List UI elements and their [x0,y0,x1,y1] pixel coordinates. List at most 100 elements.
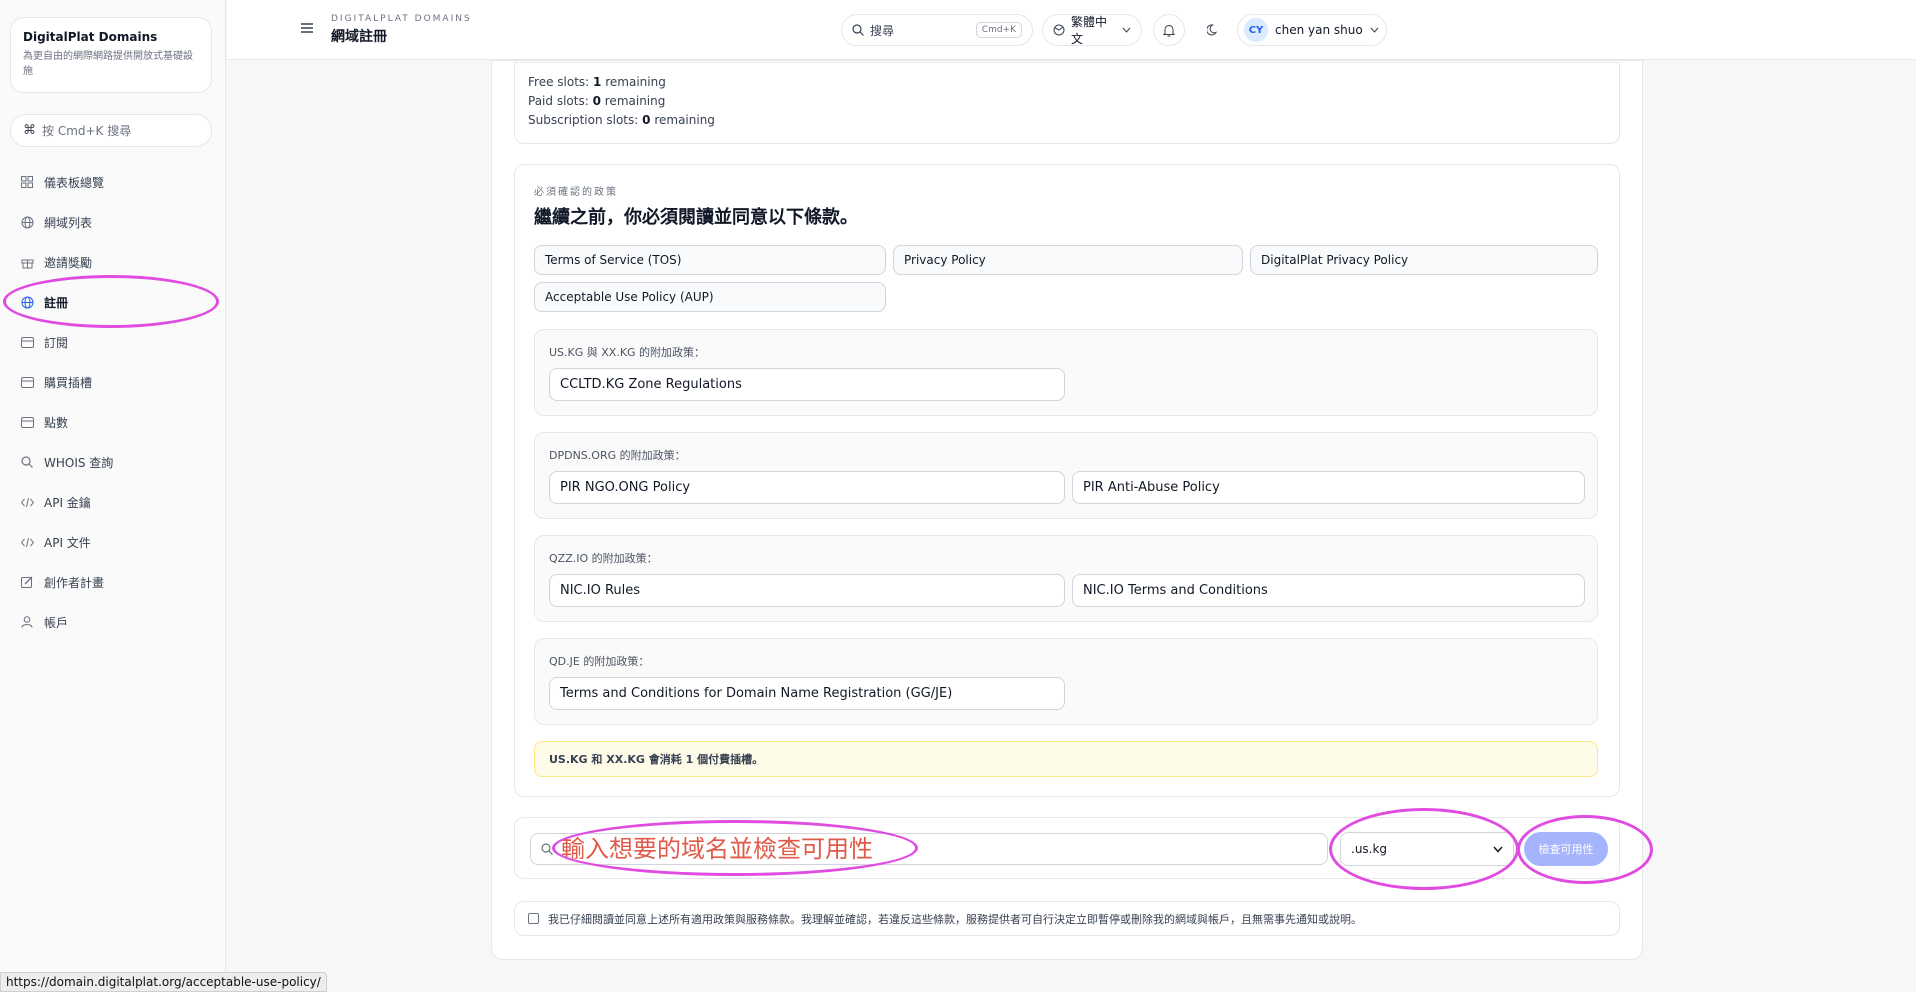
brand-subtitle: 為更自由的網際網路提供開放式基礎設施 [23,51,193,77]
tld-select[interactable]: .us.kg [1340,832,1514,866]
search-icon [20,455,34,469]
sidebar-item-label: 點數 [44,415,69,430]
bell-icon [1163,24,1175,37]
brand-card[interactable]: DigitalPlat Domains 為更自由的網際網路提供開放式基礎設施 [10,17,212,93]
globe-icon [20,215,34,229]
policy-group-dpdns: DPDNS.ORG 的附加政策： PIR NGO.ONG Policy PIR … [534,432,1598,519]
subscription-slots: Subscription slots: 0 remaining [528,113,715,127]
sidebar-item-label: WHOIS 查詢 [44,455,114,470]
gift-icon [20,255,34,269]
paid-slot-notice: US.KG 和 XX.KG 會消耗 1 個付費插槽。 [534,741,1598,777]
policy-ccltd-button[interactable]: CCLTD.KG Zone Regulations [549,368,1065,401]
policy-group-label: US.KG 與 XX.KG 的附加政策： [549,346,706,359]
policy-tos-button[interactable]: Terms of Service (TOS) [534,245,886,275]
sidebar-search[interactable]: ⌘ 按 Cmd+K 搜尋 [10,114,212,147]
breadcrumb: DIGITALPLAT DOMAINS [331,14,472,24]
policy-card: 必須確認的政策 繼續之前，你必須閱讀並同意以下條款。 Terms of Serv… [514,164,1620,797]
policy-digitalplat-privacy-button[interactable]: DigitalPlat Privacy Policy [1250,245,1598,275]
link-status-bar: https://domain.digitalplat.org/acceptabl… [0,972,327,992]
sidebar-item-label: 創作者計畫 [44,575,105,590]
sidebar-item-label: 儀表板總覽 [44,175,105,190]
top-search-button[interactable]: 搜尋 Cmd+K [841,14,1033,46]
sidebar-nav: 儀表板總覽 網域列表 邀請獎勵 註冊 訂閱 購買插槽 點數 WHOIS 查詢 A… [10,162,216,642]
sidebar-item-account[interactable]: 帳戶 [10,602,216,642]
avatar: CY [1244,18,1268,42]
sidebar-item-label: 帳戶 [44,615,69,630]
policy-group-label: QD.JE 的附加政策： [549,655,650,668]
sidebar-item-dashboard[interactable]: 儀表板總覽 [10,162,216,202]
sidebar-item-api-keys[interactable]: API 金鑰 [10,482,216,522]
menu-icon[interactable] [299,20,317,38]
domain-search-card: .us.kg 檢查可用性 [514,817,1620,879]
policy-group-label: QZZ.IO 的附加政策： [549,552,658,565]
policy-aup-button[interactable]: Acceptable Use Policy (AUP) [534,282,886,312]
sidebar-item-creator[interactable]: 創作者計畫 [10,562,216,602]
sidebar-item-buy-slots[interactable]: 購買插槽 [10,362,216,402]
search-icon [852,24,864,36]
policy-pir-ngo-button[interactable]: PIR NGO.ONG Policy [549,471,1065,504]
search-shortcut: Cmd+K [975,22,1022,38]
sidebar-item-label: API 文件 [44,535,91,550]
language-label: 繁體中文 [1071,15,1108,46]
sidebar-item-subscription[interactable]: 訂閱 [10,322,216,362]
sidebar-item-label: 註冊 [44,295,69,310]
sidebar-item-label: API 金鑰 [44,495,91,510]
code-icon [20,535,34,549]
notification-button[interactable] [1153,14,1185,46]
search-icon [541,843,553,855]
agreement-text: 我已仔細閱讀並同意上述所有適用政策與服務條款。我理解並確認，若違反這些條款，服務… [548,912,1362,926]
sidebar-item-label: 購買插槽 [44,375,93,390]
sidebar-item-whois[interactable]: WHOIS 查詢 [10,442,216,482]
policy-nicio-terms-button[interactable]: NIC.IO Terms and Conditions [1072,574,1585,607]
user-menu[interactable]: CY chen yan shuo [1237,14,1387,46]
sidebar-item-label: 訂閱 [44,335,69,350]
policy-pir-antiabuse-button[interactable]: PIR Anti-Abuse Policy [1072,471,1585,504]
globe-icon [20,295,34,309]
dashboard-icon [20,175,34,189]
check-availability-button[interactable]: 檢查可用性 [1524,832,1608,866]
sidebar-item-domains[interactable]: 網域列表 [10,202,216,242]
edit-icon [20,575,34,589]
sidebar: DigitalPlat Domains 為更自由的網際網路提供開放式基礎設施 ⌘… [0,0,226,992]
sidebar-item-invite[interactable]: 邀請獎勵 [10,242,216,282]
sidebar-item-register[interactable]: 註冊 [10,282,216,322]
free-slots: Free slots: 1 remaining [528,75,666,89]
policy-group-qzzio: QZZ.IO 的附加政策： NIC.IO Rules NIC.IO Terms … [534,535,1598,622]
domain-input[interactable] [561,835,1261,863]
user-icon [20,615,34,629]
sidebar-search-label: 按 Cmd+K 搜尋 [42,124,132,138]
policy-nicio-rules-button[interactable]: NIC.IO Rules [549,574,1065,607]
chevron-down-icon [1493,846,1503,853]
sidebar-item-points[interactable]: 點數 [10,402,216,442]
agreement-checkbox[interactable] [528,913,539,924]
card-icon [20,335,34,349]
moon-icon [1207,24,1219,36]
card-icon [20,415,34,429]
policy-group-label: DPDNS.ORG 的附加政策： [549,449,686,462]
domain-search-box[interactable] [530,833,1328,865]
policy-group-uskg: US.KG 與 XX.KG 的附加政策： CCLTD.KG Zone Regul… [534,329,1598,416]
paid-slots: Paid slots: 0 remaining [528,94,666,108]
chevron-down-icon [1122,27,1131,33]
user-name: chen yan shuo [1275,23,1363,37]
language-select[interactable]: 繁體中文 [1042,14,1142,46]
sidebar-item-api-docs[interactable]: API 文件 [10,522,216,562]
policy-ggje-terms-button[interactable]: Terms and Conditions for Domain Name Reg… [549,677,1065,710]
command-icon: ⌘ [23,123,36,138]
theme-toggle[interactable] [1197,14,1229,46]
policy-section-label: 必須確認的政策 [534,187,618,198]
policy-privacy-button[interactable]: Privacy Policy [893,245,1243,275]
sidebar-item-label: 網域列表 [44,215,93,230]
code-icon [20,495,34,509]
page-title: 網域註冊 [331,29,387,45]
agreement-row: 我已仔細閱讀並同意上述所有適用政策與服務條款。我理解並確認，若違反這些條款，服務… [514,901,1620,936]
brand-title: DigitalPlat Domains [23,30,158,44]
sidebar-item-label: 邀請獎勵 [44,255,93,270]
card-icon [20,375,34,389]
policy-group-qdje: QD.JE 的附加政策： Terms and Conditions for Do… [534,638,1598,725]
tld-value: .us.kg [1351,842,1388,856]
policy-title: 繼續之前，你必須閱讀並同意以下條款。 [534,207,858,228]
slots-card: Free slots: 1 remaining Paid slots: 0 re… [514,62,1620,144]
language-icon [1053,24,1065,36]
top-search-label: 搜尋 [870,23,895,38]
